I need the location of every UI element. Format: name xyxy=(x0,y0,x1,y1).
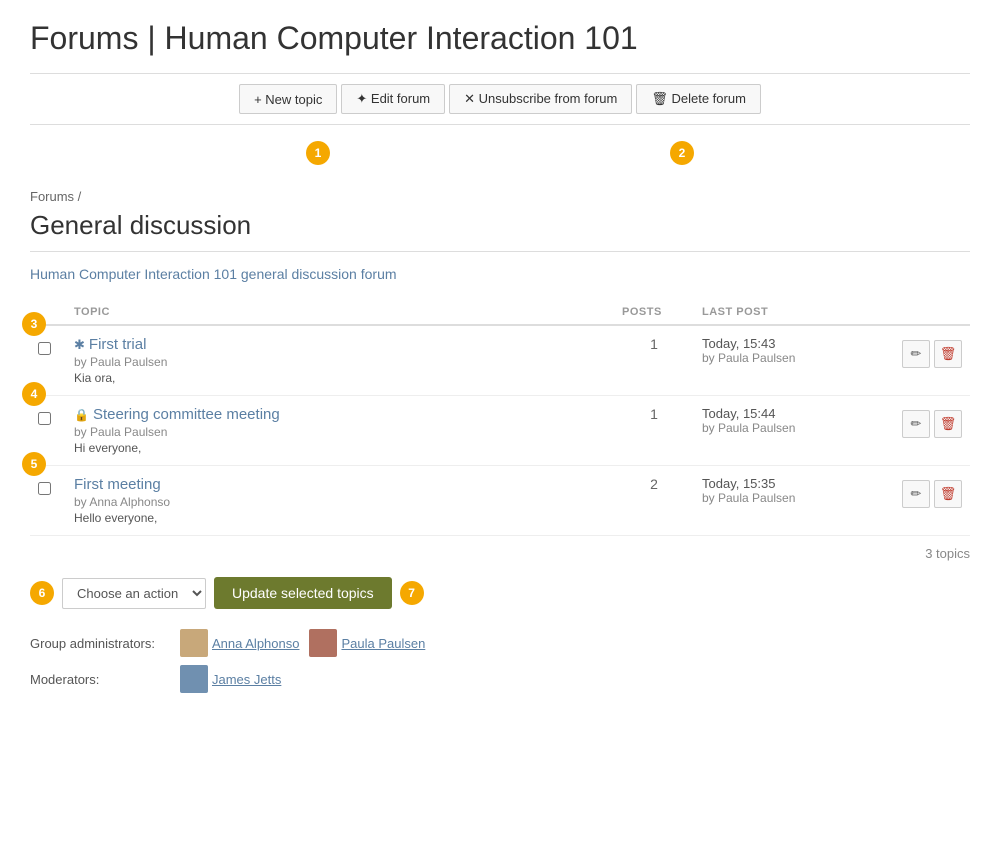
topic-actions-2: ✏🗑 xyxy=(902,406,962,438)
topic-posts-1: 1 xyxy=(614,325,694,396)
admin-user-2: Paula Paulsen xyxy=(309,629,425,657)
admins-label: Group administrators: xyxy=(30,636,170,651)
badge-3: 3 xyxy=(22,312,46,336)
breadcrumb-forums-link[interactable]: Forums xyxy=(30,189,74,204)
lock-icon: 🔒 xyxy=(74,408,89,422)
col-header-lastpost: LAST POST xyxy=(694,300,894,325)
action-select[interactable]: Choose an action xyxy=(62,578,206,609)
update-topics-button[interactable]: Update selected topics xyxy=(214,577,392,609)
sticky-icon: ✱ xyxy=(74,337,85,353)
topic-posts-2: 1 xyxy=(614,396,694,466)
mod-avatar-1 xyxy=(180,665,208,693)
mod-name-1[interactable]: James Jetts xyxy=(212,672,281,687)
lastpost-by-2: by Paula Paulsen xyxy=(702,421,886,435)
admins-section: Group administrators: Anna Alphonso Paul… xyxy=(30,629,970,693)
topic-edit-button-2[interactable]: ✏ xyxy=(902,410,930,438)
topic-lastpost-3: Today, 15:35by Paula Paulsen xyxy=(694,466,894,536)
topic-title-2[interactable]: Steering committee meeting xyxy=(93,406,280,423)
lastpost-by-1: by Paula Paulsen xyxy=(702,351,886,365)
section-title: General discussion xyxy=(30,210,970,241)
topic-delete-button-2[interactable]: 🗑 xyxy=(934,410,962,438)
moderators-label: Moderators: xyxy=(30,672,170,687)
topic-author-1: by Paula Paulsen xyxy=(74,355,606,369)
topic-edit-button-3[interactable]: ✏ xyxy=(902,480,930,508)
table-row: 5First meetingby Anna AlphonsoHello ever… xyxy=(30,466,970,536)
admin-avatar-2 xyxy=(309,629,337,657)
topic-author-3: by Anna Alphonso xyxy=(74,495,606,509)
topics-table: TOPIC POSTS LAST POST 3✱First trialby Pa… xyxy=(30,300,970,536)
admins-row: Group administrators: Anna Alphonso Paul… xyxy=(30,629,970,657)
badge-7: 7 xyxy=(400,581,424,605)
edit-forum-button[interactable]: ✦ Edit forum xyxy=(341,84,445,114)
topic-edit-button-1[interactable]: ✏ xyxy=(902,340,930,368)
col-header-posts: POSTS xyxy=(614,300,694,325)
unsubscribe-button[interactable]: ✕ Unsubscribe from forum xyxy=(449,84,632,114)
badge-5: 5 xyxy=(22,452,46,476)
admin-name-1[interactable]: Anna Alphonso xyxy=(212,636,299,651)
new-topic-button[interactable]: + New topic xyxy=(239,84,337,114)
bottom-action-bar: 6 Choose an action Update selected topic… xyxy=(30,577,970,609)
topic-delete-button-3[interactable]: 🗑 xyxy=(934,480,962,508)
topic-snippet-2: Hi everyone, xyxy=(74,441,606,455)
topic-snippet-3: Hello everyone, xyxy=(74,511,606,525)
delete-forum-button[interactable]: 🗑 Delete forum xyxy=(636,84,761,114)
admin-avatar-1 xyxy=(180,629,208,657)
admin-name-2[interactable]: Paula Paulsen xyxy=(341,636,425,651)
topic-author-2: by Paula Paulsen xyxy=(74,425,606,439)
topic-actions-1: ✏🗑 xyxy=(902,336,962,368)
topic-title-1[interactable]: First trial xyxy=(89,336,147,353)
topic-checkbox-3[interactable] xyxy=(38,482,51,495)
toolbar: + New topic ✦ Edit forum ✕ Unsubscribe f… xyxy=(30,73,970,125)
badge-2: 2 xyxy=(670,141,694,165)
badge-6: 6 xyxy=(30,581,54,605)
lastpost-time-3: Today, 15:35 xyxy=(702,476,886,491)
topic-lastpost-1: Today, 15:43by Paula Paulsen xyxy=(694,325,894,396)
lastpost-by-3: by Paula Paulsen xyxy=(702,491,886,505)
table-row: 4🔒Steering committee meetingby Paula Pau… xyxy=(30,396,970,466)
breadcrumb: Forums / xyxy=(30,189,970,204)
topic-checkbox-2[interactable] xyxy=(38,412,51,425)
forum-description: Human Computer Interaction 101 general d… xyxy=(30,266,970,282)
page-title: Forums | Human Computer Interaction 101 xyxy=(30,20,970,57)
lastpost-time-2: Today, 15:44 xyxy=(702,406,886,421)
lastpost-time-1: Today, 15:43 xyxy=(702,336,886,351)
moderators-row: Moderators: James Jetts xyxy=(30,665,970,693)
topic-delete-button-1[interactable]: 🗑 xyxy=(934,340,962,368)
col-header-actions xyxy=(894,300,970,325)
topic-posts-3: 2 xyxy=(614,466,694,536)
topics-count: 3 topics xyxy=(30,536,970,571)
topic-lastpost-2: Today, 15:44by Paula Paulsen xyxy=(694,396,894,466)
mod-user-1: James Jetts xyxy=(180,665,281,693)
topic-actions-3: ✏🗑 xyxy=(902,476,962,508)
topic-checkbox-1[interactable] xyxy=(38,342,51,355)
section-divider xyxy=(30,251,970,252)
badge-4: 4 xyxy=(22,382,46,406)
badge-1: 1 xyxy=(306,141,330,165)
table-row: 3✱First trialby Paula PaulsenKia ora,1To… xyxy=(30,325,970,396)
admin-user-1: Anna Alphonso xyxy=(180,629,299,657)
col-header-topic: TOPIC xyxy=(66,300,614,325)
topic-title-3[interactable]: First meeting xyxy=(74,476,161,493)
topic-snippet-1: Kia ora, xyxy=(74,371,606,385)
